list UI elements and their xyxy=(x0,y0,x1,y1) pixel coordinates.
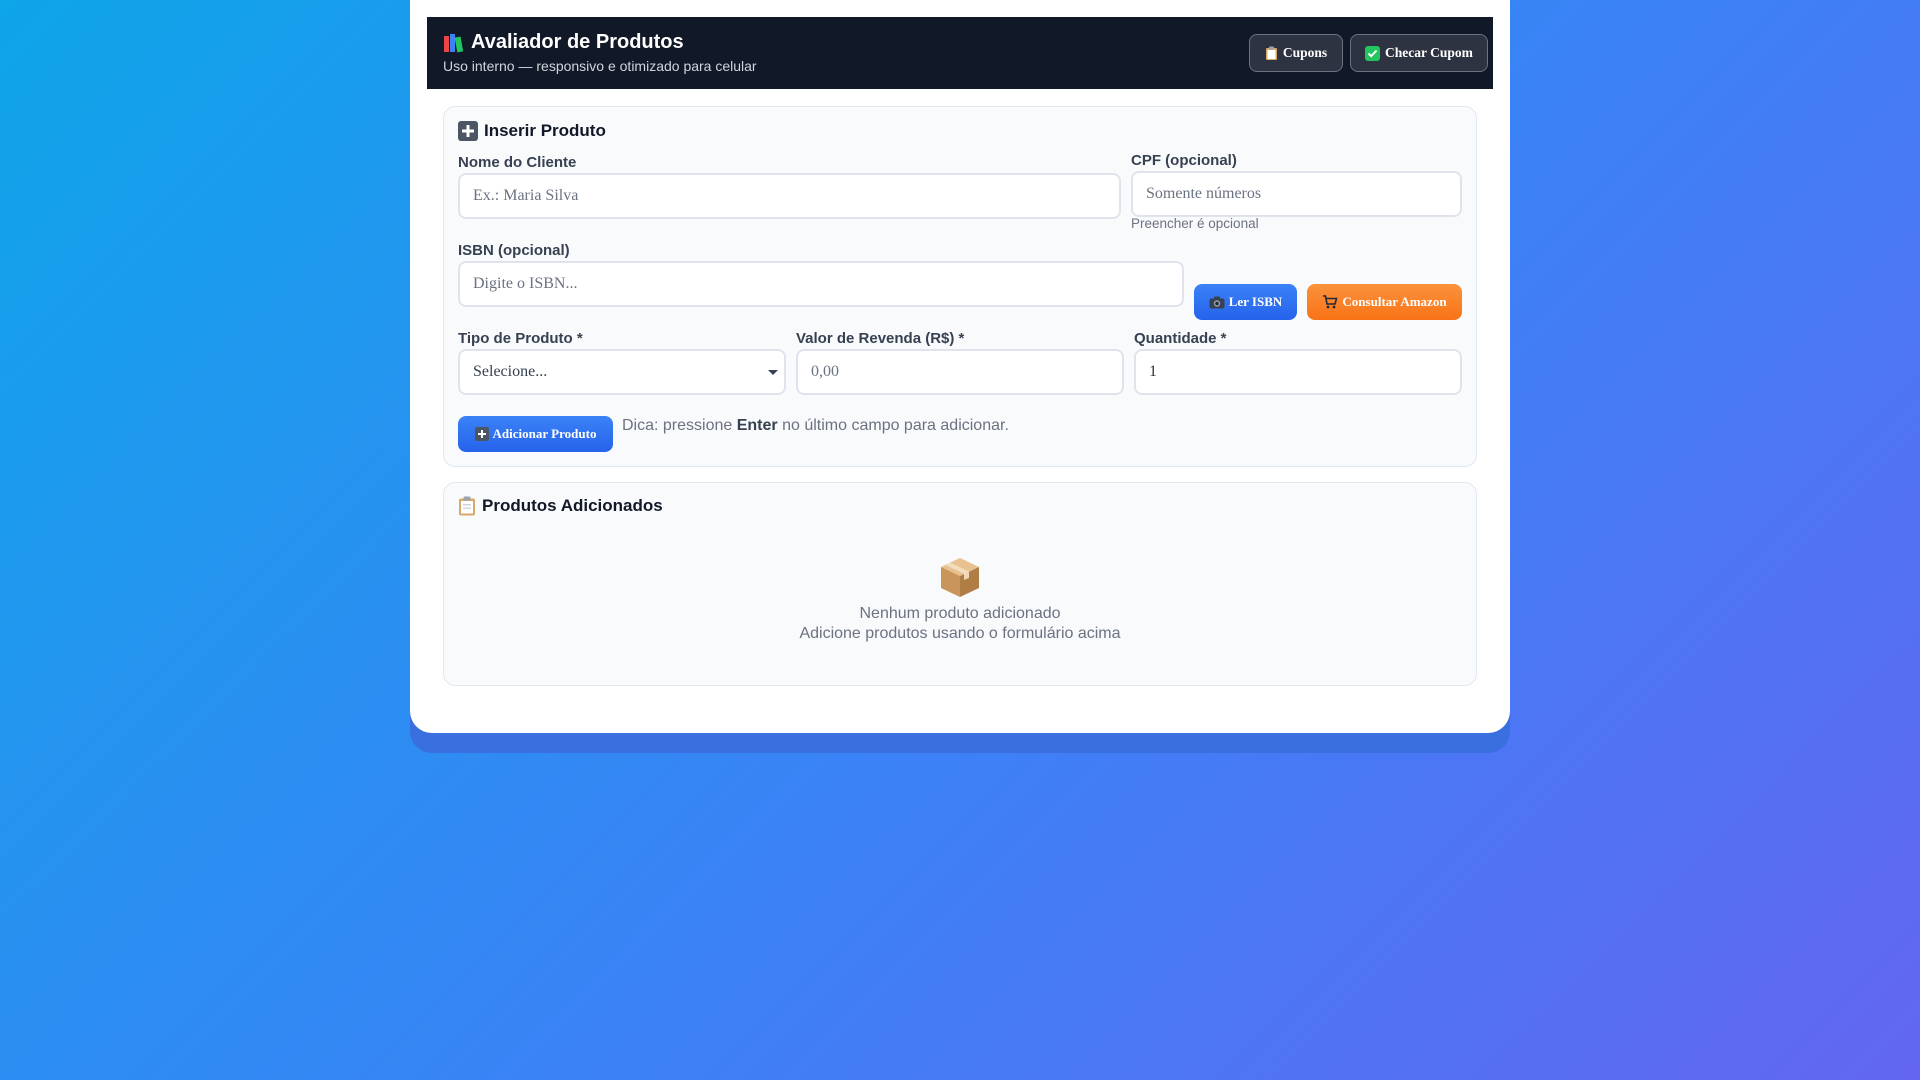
empty-title: Nenhum produto adicionado xyxy=(859,605,1061,622)
check-icon xyxy=(1365,45,1381,61)
insert-product-title-text: Inserir Produto xyxy=(484,121,606,140)
dica-text: Dica: pressione Enter no último campo pa… xyxy=(622,417,1009,435)
tipo-select-value: Selecione... xyxy=(473,363,548,380)
main-card: Avaliador de Produtos Uso interno — resp… xyxy=(410,0,1510,733)
consultar-amazon-label: Consultar Amazon xyxy=(1342,294,1447,309)
insert-product-title: Inserir Produto xyxy=(458,121,606,141)
cupons-label: Cupons xyxy=(1282,45,1328,60)
valor-input[interactable] xyxy=(796,349,1124,395)
cart-icon xyxy=(1323,295,1338,309)
app-title-text: Avaliador de Produtos xyxy=(471,31,684,53)
cupons-button[interactable]: Cupons xyxy=(1249,34,1343,72)
isbn-label: ISBN (opcional) xyxy=(458,242,570,259)
products-list-title: Produtos Adicionados xyxy=(458,496,663,516)
consultar-amazon-button[interactable]: Consultar Amazon xyxy=(1307,284,1462,320)
products-list-section: Produtos Adicionados Nenhum produto adic… xyxy=(443,482,1477,686)
ler-isbn-label: Ler ISBN xyxy=(1228,294,1283,309)
camera-icon xyxy=(1209,296,1225,308)
cliente-input[interactable] xyxy=(458,173,1121,219)
package-icon xyxy=(941,558,979,597)
plus-icon xyxy=(458,121,478,141)
clipboard-icon xyxy=(459,496,475,516)
books-icon xyxy=(444,33,464,52)
chevron-down-icon xyxy=(768,370,778,375)
insert-product-section: Inserir Produto Nome do Cliente CPF (opc… xyxy=(443,106,1477,467)
plus-icon xyxy=(474,427,489,441)
products-list-title-text: Produtos Adicionados xyxy=(482,496,663,515)
ler-isbn-button[interactable]: Ler ISBN xyxy=(1194,284,1297,320)
tipo-label: Tipo de Produto * xyxy=(458,330,583,347)
tipo-select[interactable]: Selecione... xyxy=(458,349,786,395)
cpf-input[interactable] xyxy=(1131,171,1462,217)
isbn-input[interactable] xyxy=(458,261,1184,307)
dica-pre: Dica: pressione xyxy=(622,417,733,434)
valor-label: Valor de Revenda (R$) * xyxy=(796,330,965,347)
cpf-hint: Preencher é opcional xyxy=(1131,216,1259,231)
quantidade-input[interactable] xyxy=(1134,349,1462,395)
quantidade-label: Quantidade * xyxy=(1134,330,1227,347)
dica-key: Enter xyxy=(736,417,778,434)
empty-subtitle: Adicione produtos usando o formulário ac… xyxy=(799,625,1121,642)
cliente-label: Nome do Cliente xyxy=(458,154,577,171)
adicionar-produto-label: Adicionar Produto xyxy=(492,426,597,441)
cpf-label: CPF (opcional) xyxy=(1131,152,1237,169)
app-header: Avaliador de Produtos Uso interno — resp… xyxy=(427,17,1493,89)
app-title: Avaliador de Produtos xyxy=(443,31,684,54)
checar-cupom-button[interactable]: Checar Cupom xyxy=(1350,34,1488,72)
checar-cupom-label: Checar Cupom xyxy=(1385,45,1473,60)
app-subtitle: Uso interno — responsivo e otimizado par… xyxy=(443,58,757,74)
adicionar-produto-button[interactable]: Adicionar Produto xyxy=(458,416,613,452)
clipboard-icon xyxy=(1265,46,1277,60)
dica-post: no último campo para adicionar. xyxy=(782,417,1009,434)
